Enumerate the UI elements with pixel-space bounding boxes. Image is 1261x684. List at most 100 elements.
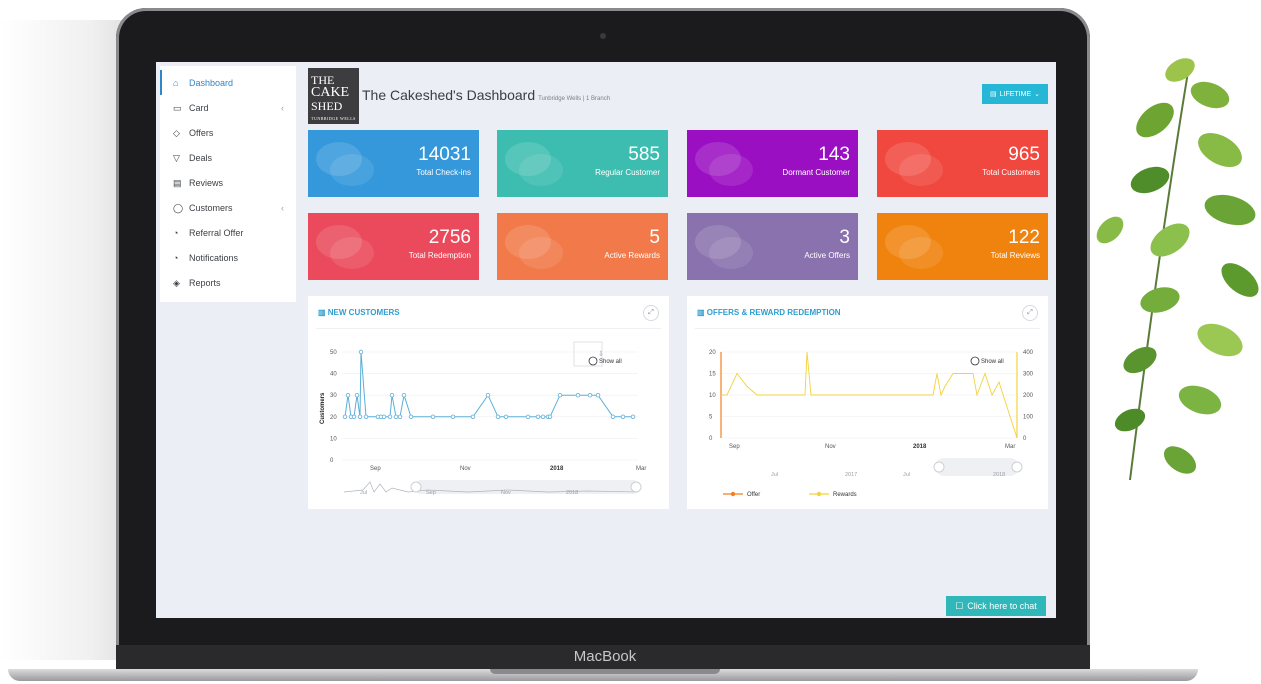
page-title: The Cakeshed's Dashboard Tunbridge Wells … [362, 87, 610, 103]
y-tick-label: 5 [709, 415, 713, 421]
stat-label: Active Rewards [604, 251, 660, 260]
new-customers-chart: ⇩ 0 10 20 30 40 50 Customers Sep Nov 2018 Mar Show … [320, 341, 646, 496]
legend-marker [730, 491, 736, 497]
plant-decoration [1096, 58, 1259, 481]
sidebar-item-offers[interactable]: ◇ Offers [160, 120, 296, 145]
data-point [540, 414, 546, 419]
page-subtitle: Tunbridge Wells | 1 Branch [538, 96, 611, 102]
data-point [503, 414, 509, 419]
navigator-label: Jul [903, 472, 910, 478]
show-all-label: Show all [981, 359, 1004, 365]
cart-icon: ▽ [173, 152, 180, 163]
tag-icon: ◇ [173, 127, 180, 138]
chat-bubble-icon [899, 237, 943, 269]
sidebar-item-label: Reviews [189, 177, 224, 188]
sidebar-item-reviews[interactable]: ▤ Reviews [160, 170, 296, 195]
stat-card-regular-customer[interactable]: 585 Regular Customer [497, 130, 668, 197]
app-screen: ⌂ Dashboard ▭ Card ‹ ◇ Offers ▽ Deals ▤ Reviews ◯ Cu… [156, 62, 1056, 618]
data-point [342, 414, 348, 419]
y2-tick-label: 100 [1023, 415, 1034, 421]
show-all-button[interactable]: Show all [970, 356, 1004, 366]
stat-value: 122 [1008, 227, 1040, 248]
sidebar-item-notifications[interactable]: ◔ Notifications [160, 245, 296, 270]
sidebar-item-reports[interactable]: ◈ Reports [160, 270, 296, 295]
data-point [401, 392, 407, 398]
chat-button[interactable]: ☐ Click here to chat [946, 596, 1046, 616]
data-point [430, 414, 436, 419]
chat-bubble-icon [519, 237, 563, 269]
legend-item-offer[interactable]: Offer [723, 491, 760, 498]
x-tick-label: Sep [370, 466, 381, 472]
stat-label: Total Reviews [990, 251, 1040, 260]
sidebar-item-label: Offers [189, 127, 214, 138]
data-point [620, 414, 626, 419]
cakeshed-logo[interactable]: THE CAKE SHED TUNBRIDGE WELLS [308, 68, 359, 124]
stat-card-total-reviews[interactable]: 122 Total Reviews [877, 213, 1048, 280]
stat-card-active-rewards[interactable]: 5 Active Rewards [497, 213, 668, 280]
sidebar-item-referral-offer[interactable]: ◔ Referral Offer [160, 220, 296, 245]
show-all-label: Show all [599, 359, 622, 365]
data-point [495, 414, 501, 419]
sidebar-item-dashboard[interactable]: ⌂ Dashboard [160, 70, 296, 95]
sidebar-item-customers[interactable]: ◯ Customers ‹ [160, 195, 296, 220]
sidebar-item-label: Deals [189, 152, 213, 163]
data-point [557, 392, 563, 398]
navigator-label: 2017 [845, 472, 857, 478]
data-point [387, 414, 393, 419]
stat-card-total-redemption[interactable]: 2756 Total Redemption [308, 213, 479, 280]
y-tick-label: 20 [709, 350, 716, 356]
navigator-label: Jul [360, 490, 367, 496]
laptop-notch [490, 669, 720, 674]
data-point [470, 414, 476, 419]
download-icon[interactable]: ⇩ [598, 350, 604, 358]
data-point [393, 414, 399, 419]
chat-bubble-icon [519, 154, 563, 186]
data-point [351, 414, 357, 419]
x-tick-label: Nov [460, 466, 471, 472]
sidebar-item-label: Card [189, 102, 209, 113]
sidebar-item-label: Referral Offer [189, 227, 244, 238]
stat-card-active-offers[interactable]: 3 Active Offers [687, 213, 858, 280]
x-tick-label: Mar [636, 466, 646, 472]
y2-tick-label: 200 [1023, 393, 1034, 399]
x-tick-label: Nov [825, 444, 836, 450]
sidebar-item-label: Customers [189, 202, 233, 213]
chevron-left-icon: ‹ [281, 102, 284, 113]
chat-bubble-icon [330, 154, 374, 186]
stat-card-total-customers[interactable]: 965 Total Customers [877, 130, 1048, 197]
stat-card-dormant-customer[interactable]: 143 Dormant Customer [687, 130, 858, 197]
legend-label: Rewards [833, 492, 857, 498]
laptop-shadow [0, 20, 130, 660]
data-point [535, 414, 541, 419]
sidebar-item-deals[interactable]: ▽ Deals [160, 145, 296, 170]
stat-label: Active Offers [804, 251, 850, 260]
home-icon: ⌂ [173, 77, 179, 88]
data-point [525, 414, 531, 419]
sidebar-item-label: Dashboard [189, 77, 234, 88]
legend-item-rewards[interactable]: Rewards [809, 491, 857, 498]
data-point [450, 414, 456, 419]
sidebar-item-card[interactable]: ▭ Card ‹ [160, 95, 296, 120]
data-point [358, 349, 364, 355]
layers-icon: ◈ [173, 277, 180, 288]
chevron-left-icon: ‹ [281, 202, 284, 213]
x-tick-label: Mar [1005, 444, 1015, 450]
stat-value: 2756 [428, 227, 471, 248]
stat-card-total-check-ins[interactable]: 14031 Total Check-ins [308, 130, 479, 197]
y-tick-label: 40 [330, 372, 337, 378]
y-tick-label: 15 [709, 372, 716, 378]
data-point [595, 392, 601, 398]
sidebar: ⌂ Dashboard ▭ Card ‹ ◇ Offers ▽ Deals ▤ Reviews ◯ Cu… [160, 66, 296, 302]
logo-line4: TUNBRIDGE WELLS [311, 116, 356, 121]
logo-line2: CAKE [311, 85, 350, 100]
data-point [397, 414, 403, 419]
bell-icon: ◔ [173, 252, 179, 263]
zoom-out-icon [970, 356, 980, 366]
x-tick-label: 2018 [913, 444, 927, 450]
navigator-label: 2018 [993, 472, 1005, 478]
redemption-panel: ▥ OFFERS & REWARD REDEMPTION ⤢ 0 5 10 15 20 0… [687, 296, 1048, 509]
period-dropdown-button[interactable]: ▤ LIFETIME ⌄ [982, 84, 1048, 104]
stat-value: 3 [839, 227, 850, 248]
y-tick-label: 0 [330, 458, 334, 464]
redemption-chart: 051015200100200300400Sep Nov 2018 MarShow a… [709, 350, 1034, 498]
